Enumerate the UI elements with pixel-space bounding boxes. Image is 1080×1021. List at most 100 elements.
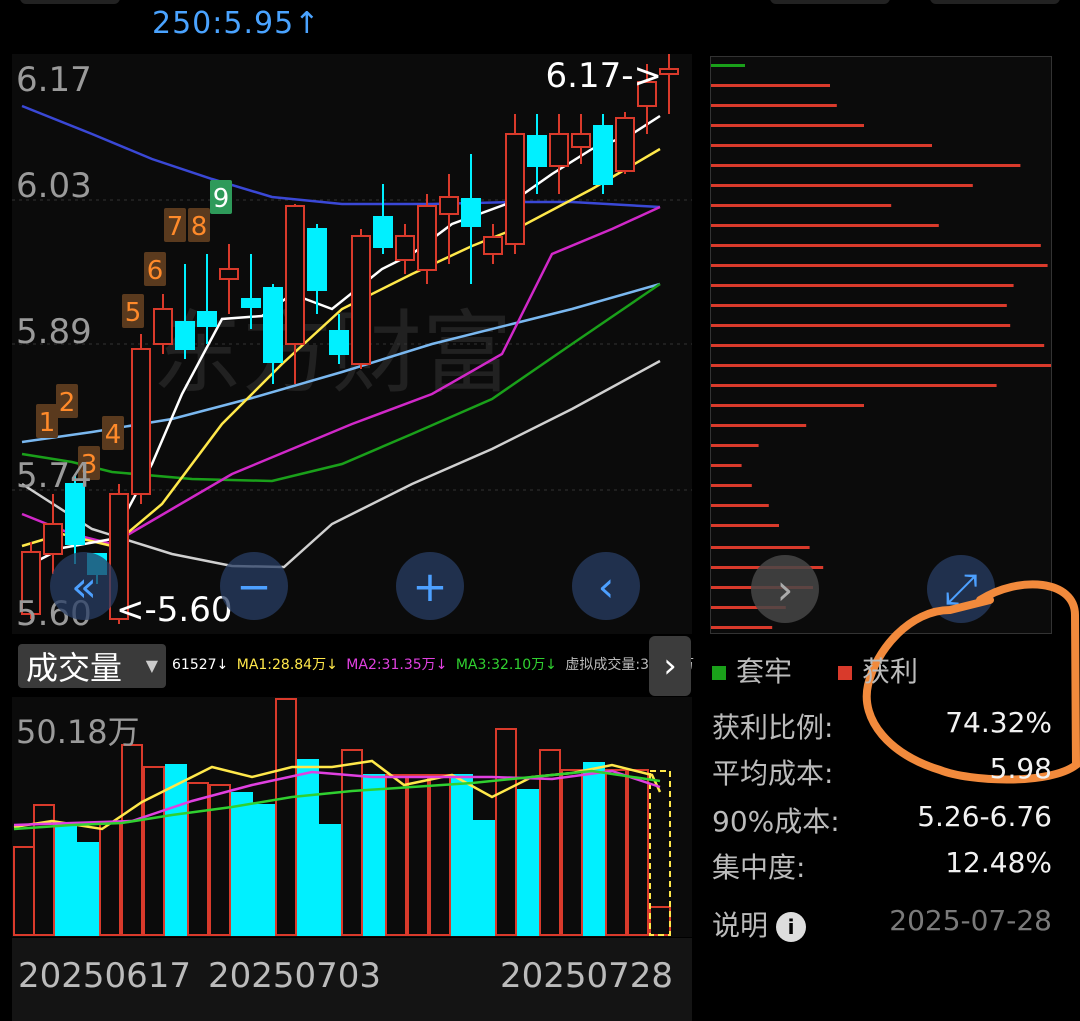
- volume-bar: [231, 792, 253, 936]
- chip-bar: [711, 464, 742, 467]
- chip-bar: [711, 224, 939, 227]
- stat-label: 获利比例:: [712, 711, 834, 744]
- stat-label: 集中度:: [712, 851, 806, 884]
- kline-canvas: 东方财富 123456789: [12, 54, 692, 624]
- chip-bar: [711, 444, 759, 447]
- info-icon[interactable]: i: [776, 912, 807, 942]
- volume-bar: [319, 824, 341, 936]
- candle-body: [549, 133, 569, 167]
- chip-next-button[interactable]: ›: [751, 555, 819, 623]
- stat-avg-cost: 平均成本: 5.98: [712, 752, 1052, 792]
- x-axis: 20250617 20250703 20250728: [12, 938, 692, 1021]
- td-number: 5: [125, 298, 142, 328]
- note-label[interactable]: 说明: [712, 909, 768, 942]
- tab-stub-mid[interactable]: [770, 0, 890, 4]
- td-number: 9: [213, 184, 230, 214]
- volume-bar: [165, 764, 187, 936]
- volume-chart[interactable]: 50.18万: [12, 697, 692, 937]
- volume-bar: [605, 769, 627, 936]
- volume-bar: [341, 749, 363, 936]
- volume-bar: [561, 769, 583, 936]
- candle-body: [153, 308, 173, 345]
- y-tick-1: 6.17: [16, 60, 92, 100]
- volume-bar: [55, 822, 77, 936]
- chip-bar: [711, 284, 1014, 287]
- volume-bar: [187, 782, 209, 936]
- chip-bar: [711, 104, 837, 107]
- td-number: 6: [147, 256, 164, 286]
- vol-legend-ma1: MA1:28.84万↓: [236, 657, 338, 673]
- stat-value: 74.32%: [945, 706, 1052, 739]
- chip-canvas: [711, 64, 1051, 629]
- volume-bar: [13, 846, 35, 936]
- chip-bar: [711, 484, 752, 487]
- kline-chart[interactable]: 东方财富 123456789 6.17 6.03 5.89 5.74 5.60 …: [12, 54, 692, 634]
- chip-distribution: › ⤢: [710, 56, 1052, 634]
- chip-bar: [711, 124, 864, 127]
- candle-body: [593, 125, 613, 185]
- volume-bar: [385, 774, 407, 936]
- chip-bar: [711, 546, 810, 549]
- chip-bar: [711, 84, 830, 87]
- candle-body: [527, 135, 547, 167]
- chip-bar: [711, 244, 1041, 247]
- tab-stub-right[interactable]: [930, 0, 1060, 4]
- chip-bar: [711, 404, 864, 407]
- stat-value: 12.48%: [945, 846, 1052, 879]
- candle-body: [351, 235, 371, 365]
- volume-header: 成交量 ▼ 61527↓ MA1:28.84万↓ MA2:31.35万↓ MA3…: [12, 640, 694, 692]
- vol-legend-ma3: MA3:32.10万↓: [455, 657, 557, 673]
- volume-legend: 61527↓ MA1:28.84万↓ MA2:31.35万↓ MA3:32.10…: [172, 654, 694, 674]
- candle-body: [439, 196, 459, 215]
- volume-bar: [99, 822, 121, 936]
- chip-bar: [711, 64, 745, 67]
- rewind-button[interactable]: «: [50, 552, 118, 620]
- candle-body: [285, 205, 305, 345]
- td-number: 7: [167, 212, 184, 242]
- legend-red-swatch: [838, 666, 852, 680]
- volume-bar: [495, 728, 517, 936]
- candle-body: [571, 133, 591, 148]
- indicator-dropdown[interactable]: 成交量 ▼: [18, 644, 166, 688]
- candle-body: [175, 321, 195, 350]
- volume-bar: [429, 774, 451, 936]
- candle-body: [197, 311, 217, 327]
- candle-body: [461, 198, 481, 227]
- indicator-dropdown-label: 成交量: [26, 649, 123, 687]
- legend-green-swatch: [712, 666, 726, 680]
- candle-body: [263, 287, 283, 363]
- candle-body: [43, 523, 63, 555]
- y-tick-2: 6.03: [16, 166, 92, 206]
- volume-bar: [253, 804, 275, 936]
- stat-concentration: 集中度: 12.48%: [712, 846, 1052, 886]
- top-bar: 250:5.95↑: [0, 0, 1080, 50]
- tab-stub-left[interactable]: [20, 0, 120, 4]
- volume-bar: [407, 774, 429, 936]
- stat-value: 5.26-6.76: [917, 800, 1052, 833]
- chip-bar: [711, 344, 1045, 347]
- candle-body: [395, 235, 415, 261]
- volume-bar: [649, 906, 671, 936]
- chevron-right-icon[interactable]: ›: [649, 636, 691, 696]
- volume-bar: [275, 698, 297, 936]
- volume-bar: [297, 759, 319, 936]
- x-label-1: 20250617: [18, 956, 192, 996]
- y-tick-4: 5.74: [16, 456, 92, 496]
- chip-bar: [711, 424, 807, 427]
- chip-bar: [711, 504, 769, 507]
- chip-date: 2025-07-28: [889, 904, 1052, 937]
- dropdown-caret-icon: ▼: [145, 656, 158, 675]
- chip-bar: [711, 164, 1021, 167]
- scroll-left-button[interactable]: ‹: [572, 552, 640, 620]
- low-price-marker: <-5.60: [116, 590, 233, 630]
- candle-body: [659, 68, 679, 75]
- candle-body: [373, 216, 393, 248]
- volume-bar: [451, 774, 473, 936]
- volume-bar: [121, 744, 143, 936]
- x-label-2: 20250703: [208, 956, 382, 996]
- zoom-in-button[interactable]: +: [396, 552, 464, 620]
- td-number: 2: [59, 388, 76, 418]
- volume-bar: [473, 820, 495, 936]
- zoom-out-button[interactable]: −: [220, 552, 288, 620]
- stat-label: 90%成本:: [712, 805, 840, 838]
